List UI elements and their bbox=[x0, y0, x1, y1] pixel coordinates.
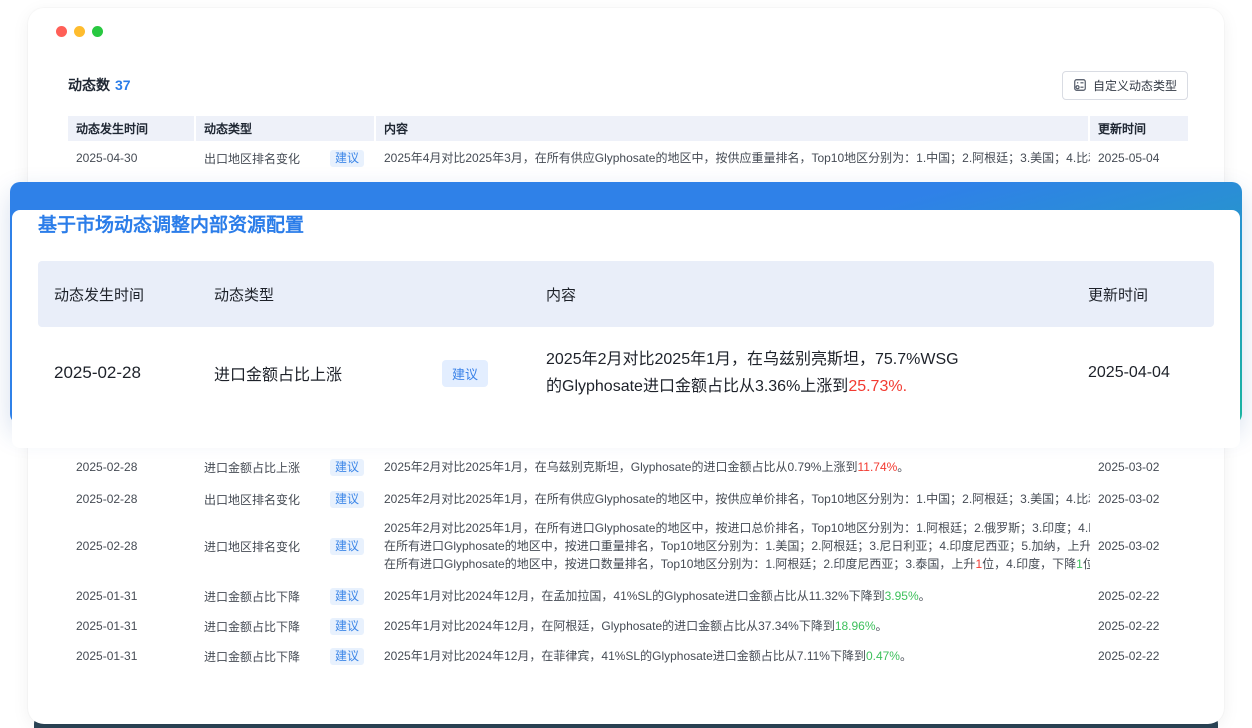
suggestion-badge[interactable]: 建议 bbox=[330, 459, 364, 476]
row-date: 2025-02-28 bbox=[68, 539, 196, 553]
column-header-updated: 更新时间 bbox=[1090, 116, 1188, 141]
focus-table-header: 动态发生时间 动态类型 内容 更新时间 bbox=[38, 261, 1214, 327]
row-type: 进口金额占比上涨 建议 bbox=[196, 459, 376, 476]
row-date: 2025-01-31 bbox=[68, 619, 196, 633]
minimize-window-button[interactable] bbox=[74, 26, 85, 37]
row-updated: 2025-03-02 bbox=[1090, 539, 1188, 553]
focus-column-header-content: 内容 bbox=[544, 284, 1082, 305]
focus-content-line-2: 的Glyphosate进口金额占比从3.36%上涨到25.73%. bbox=[546, 373, 1082, 400]
suggestion-badge[interactable]: 建议 bbox=[330, 538, 364, 555]
focus-row-date: 2025-02-28 bbox=[38, 363, 214, 383]
row-content: 2025年4月对比2025年3月，在所有供应Glyphosate的地区中，按供应… bbox=[376, 149, 1090, 167]
row-updated: 2025-02-22 bbox=[1090, 589, 1188, 603]
row-type: 出口地区排名变化 建议 bbox=[196, 491, 376, 508]
focus-card-body: 基于市场动态调整内部资源配置 动态发生时间 动态类型 内容 更新时间 2025-… bbox=[12, 210, 1240, 448]
focus-card: 基于市场动态调整内部资源配置 动态发生时间 动态类型 内容 更新时间 2025-… bbox=[10, 182, 1242, 424]
focus-content-line-1: 2025年2月对比2025年1月，在乌兹别亮斯坦，75.7%WSG bbox=[546, 346, 1082, 373]
dynamics-count-label: 动态数 bbox=[68, 75, 110, 95]
table-row[interactable]: 2025-01-31 进口金额占比下降 建议 2025年1月对比2024年12月… bbox=[68, 614, 1188, 638]
dynamics-count-value: 37 bbox=[115, 77, 131, 93]
row-content: 2025年2月对比2025年1月，在所有供应Glyphosate的地区中，按供应… bbox=[376, 490, 1090, 508]
row-content: 2025年2月对比2025年1月，在乌兹别克斯坦，Glyphosate的进口金额… bbox=[376, 458, 1090, 476]
suggestion-badge[interactable]: 建议 bbox=[330, 588, 364, 605]
row-type: 出口地区排名变化 建议 bbox=[196, 150, 376, 167]
row-content: 2025年1月对比2024年12月，在孟加拉国，41%SL的Glyphosate… bbox=[376, 587, 1090, 605]
row-type: 进口金额占比下降 建议 bbox=[196, 648, 376, 665]
focus-column-header-updated: 更新时间 bbox=[1082, 284, 1214, 305]
column-header-type: 动态类型 bbox=[196, 116, 374, 141]
suggestion-badge[interactable]: 建议 bbox=[442, 360, 488, 387]
focus-row-content: 2025年2月对比2025年1月，在乌兹别亮斯坦，75.7%WSG 的Glyph… bbox=[544, 346, 1082, 400]
row-date: 2025-02-28 bbox=[68, 492, 196, 506]
row-content: 2025年2月对比2025年1月，在所有进口Glyphosate的地区中，按进口… bbox=[376, 519, 1090, 573]
customize-form-icon bbox=[1073, 78, 1087, 92]
focus-table-row[interactable]: 2025-02-28 进口金额占比上涨 建议 2025年2月对比2025年1月，… bbox=[38, 327, 1214, 419]
maximize-window-button[interactable] bbox=[92, 26, 103, 37]
customize-button-label: 自定义动态类型 bbox=[1093, 77, 1177, 94]
table-header: 动态发生时间 动态类型 内容 更新时间 bbox=[68, 116, 1188, 141]
table-row[interactable]: 2025-04-30 出口地区排名变化 建议 2025年4月对比2025年3月，… bbox=[68, 141, 1188, 175]
row-date: 2025-02-28 bbox=[68, 460, 196, 474]
row-date: 2025-01-31 bbox=[68, 649, 196, 663]
dynamics-count: 动态数 37 bbox=[68, 75, 131, 95]
customize-dynamic-type-button[interactable]: 自定义动态类型 bbox=[1062, 71, 1188, 100]
column-header-content: 内容 bbox=[376, 116, 1088, 141]
suggestion-badge[interactable]: 建议 bbox=[330, 648, 364, 665]
table-row[interactable]: 2025-02-28 进口金额占比上涨 建议 2025年2月对比2025年1月，… bbox=[68, 454, 1188, 480]
row-type: 进口地区排名变化 建议 bbox=[196, 538, 376, 555]
focus-column-header-date: 动态发生时间 bbox=[38, 284, 214, 305]
row-date: 2025-04-30 bbox=[68, 151, 196, 165]
row-updated: 2025-05-04 bbox=[1090, 151, 1188, 165]
row-content: 2025年1月对比2024年12月，在菲律宾，41%SL的Glyphosate进… bbox=[376, 647, 1090, 665]
row-updated: 2025-03-02 bbox=[1090, 460, 1188, 474]
table-row[interactable]: 2025-02-28 进口地区排名变化 建议 2025年2月对比2025年1月，… bbox=[68, 518, 1188, 574]
screen: 动态数 37 自定义动态类型 bbox=[0, 0, 1252, 728]
focus-row-type: 进口金额占比上涨 建议 bbox=[214, 360, 544, 387]
suggestion-badge[interactable]: 建议 bbox=[330, 150, 364, 167]
window-controls bbox=[56, 26, 103, 37]
focus-card-title: 基于市场动态调整内部资源配置 bbox=[38, 210, 1214, 237]
focus-row-updated: 2025-04-04 bbox=[1082, 364, 1214, 382]
row-date: 2025-01-31 bbox=[68, 589, 196, 603]
suggestion-badge[interactable]: 建议 bbox=[330, 618, 364, 635]
table-rows-top: 2025-04-30 出口地区排名变化 建议 2025年4月对比2025年3月，… bbox=[68, 141, 1188, 175]
page-header: 动态数 37 自定义动态类型 bbox=[68, 72, 1188, 98]
row-updated: 2025-03-02 bbox=[1090, 492, 1188, 506]
focus-column-header-type: 动态类型 bbox=[214, 284, 544, 305]
table-row[interactable]: 2025-02-28 出口地区排名变化 建议 2025年2月对比2025年1月，… bbox=[68, 486, 1188, 512]
row-updated: 2025-02-22 bbox=[1090, 649, 1188, 663]
suggestion-badge[interactable]: 建议 bbox=[330, 491, 364, 508]
close-window-button[interactable] bbox=[56, 26, 67, 37]
row-updated: 2025-02-22 bbox=[1090, 619, 1188, 633]
table-row[interactable]: 2025-01-31 进口金额占比下降 建议 2025年1月对比2024年12月… bbox=[68, 644, 1188, 668]
row-content: 2025年1月对比2024年12月，在阿根廷，Glyphosate的进口金额占比… bbox=[376, 617, 1090, 635]
row-type: 进口金额占比下降 建议 bbox=[196, 588, 376, 605]
column-header-date: 动态发生时间 bbox=[68, 116, 194, 141]
row-type: 进口金额占比下降 建议 bbox=[196, 618, 376, 635]
table-row[interactable]: 2025-01-31 进口金额占比下降 建议 2025年1月对比2024年12月… bbox=[68, 584, 1188, 608]
focus-row-type-label: 进口金额占比上涨 bbox=[214, 361, 342, 385]
